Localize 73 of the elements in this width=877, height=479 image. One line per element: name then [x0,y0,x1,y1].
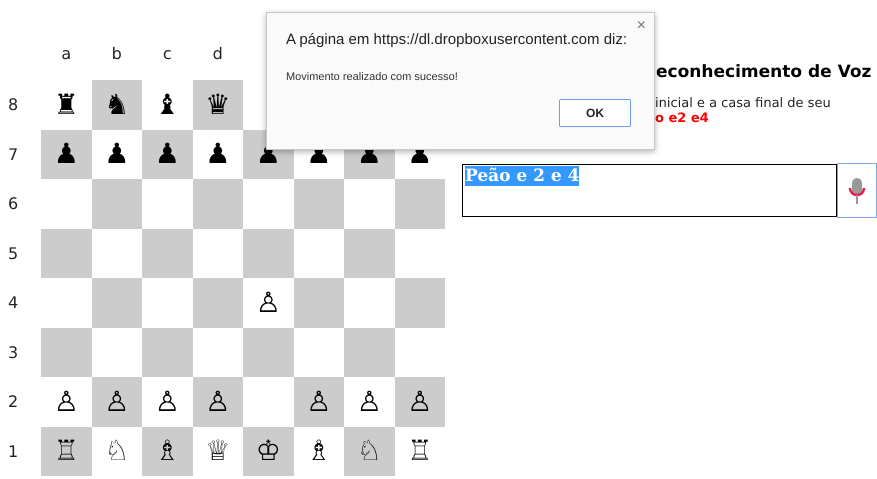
board-square[interactable] [92,278,142,328]
chess-piece[interactable]: ♟ [104,140,130,168]
board-square[interactable] [142,228,192,278]
rank-label: 3 [7,342,20,362]
chess-piece[interactable]: ♘ [356,437,382,466]
file-label: c [162,44,173,65]
rank-label: 1 [7,442,20,461]
microphone-icon [848,176,866,206]
chess-piece[interactable]: ♟ [154,140,180,168]
instruction-text: inicial e a casa final de seu [655,96,831,111]
example-text: o e2 e4 [655,111,709,126]
board-square[interactable] [344,328,394,377]
chess-piece[interactable]: ♜ [54,90,79,119]
board-square[interactable]: ♔ [243,426,294,476]
board-square[interactable] [41,228,92,278]
chess-piece[interactable]: ♙ [356,388,382,416]
board-square[interactable] [394,179,445,228]
chess-piece[interactable]: ♙ [54,388,79,416]
board-square[interactable]: ♘ [344,426,394,476]
chess-piece[interactable]: ♙ [154,388,180,416]
chess-piece[interactable]: ♟ [205,140,230,168]
board-square[interactable]: ♙ [92,377,142,426]
chess-piece[interactable]: ♘ [104,437,130,466]
board-square[interactable]: ♟ [142,130,192,179]
chess-piece[interactable]: ♙ [205,388,230,416]
chess-piece[interactable]: ♖ [407,437,432,466]
chess-piece[interactable]: ♙ [104,388,130,416]
chess-piece[interactable]: ♗ [306,437,332,466]
board-square[interactable]: ♞ [92,80,142,130]
chess-piece[interactable]: ♔ [256,437,281,466]
board-square[interactable]: ♛ [192,80,243,130]
microphone-button[interactable] [837,163,877,218]
dialog-title: A página em https://dl.dropboxusercontent.com diz: [286,31,628,48]
chess-piece[interactable]: ♕ [205,437,230,466]
rank-label: 8 [7,95,20,114]
chess-piece[interactable]: ♛ [205,90,230,119]
board-square[interactable] [294,179,344,228]
page-heading: econhecimento de Voz [656,62,872,82]
board-square[interactable] [41,328,92,377]
chess-piece[interactable]: ♙ [407,388,432,416]
board-square[interactable]: ♖ [41,426,92,476]
board-square[interactable] [243,328,294,377]
chess-piece[interactable]: ♗ [154,437,180,466]
rank-label: 6 [7,194,20,214]
board-square[interactable]: ♙ [192,377,243,426]
rank-label: 2 [7,392,20,412]
board-square[interactable] [243,228,294,278]
rank-label: 4 [7,293,20,312]
board-square[interactable]: ♗ [142,426,192,476]
board-square[interactable] [344,228,394,278]
board-square[interactable] [92,179,142,228]
chess-piece[interactable]: ♞ [104,90,130,119]
board-square[interactable] [192,278,243,328]
dialog-message: Movimento realizado com sucesso! [286,71,458,83]
chess-piece[interactable]: ♙ [256,288,281,317]
file-label: b [110,44,123,65]
board-square[interactable]: ♟ [41,130,92,179]
board-square[interactable]: ♙ [394,377,445,426]
chess-piece[interactable]: ♟ [54,140,79,168]
file-label: d [212,44,224,65]
rank-label: 5 [7,244,20,263]
board-square[interactable] [394,278,445,328]
chess-piece[interactable]: ♝ [154,90,180,119]
file-label: a [60,44,72,65]
close-button[interactable]: × [636,18,646,34]
rank-label: 7 [7,144,20,164]
chess-piece[interactable]: ♖ [54,437,79,466]
board-square[interactable] [294,278,344,328]
board-square[interactable]: ♙ [294,377,344,426]
board-square[interactable] [192,179,243,228]
board-square[interactable] [142,328,192,377]
ok-button[interactable]: OK [559,99,631,127]
chess-piece[interactable]: ♙ [306,388,332,416]
